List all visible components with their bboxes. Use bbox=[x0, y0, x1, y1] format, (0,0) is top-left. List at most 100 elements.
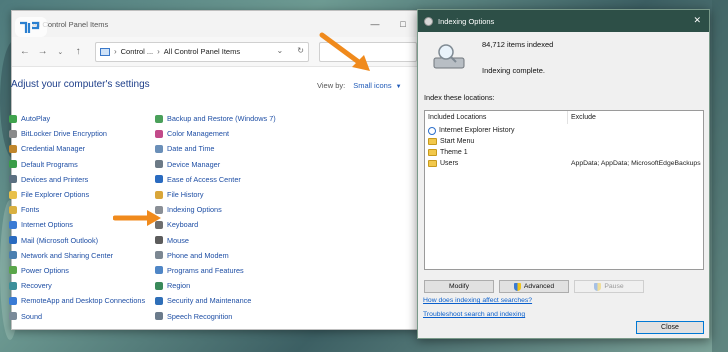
control-panel-item-label: File Explorer Options bbox=[21, 190, 90, 200]
control-panel-item-label: RemoteApp and Desktop Connections bbox=[21, 296, 146, 306]
control-panel-item[interactable]: Power Options bbox=[9, 263, 145, 278]
table-row[interactable]: Internet Explorer History bbox=[425, 125, 703, 136]
bitlocker-icon bbox=[9, 129, 17, 138]
control-panel-item[interactable]: RemoteApp and Desktop Connections bbox=[9, 293, 145, 308]
control-panel-item-label: Color Management bbox=[167, 129, 230, 139]
advanced-button-label: Advanced bbox=[523, 283, 555, 290]
network-icon bbox=[9, 251, 17, 260]
control-panel-item[interactable]: Date and Time bbox=[155, 141, 276, 156]
control-panel-item-label: Fonts bbox=[21, 205, 40, 215]
control-panel-item-label: Security and Maintenance bbox=[167, 296, 252, 306]
view-by-dropdown[interactable]: Small icons ▼ bbox=[353, 81, 401, 90]
location-name: Users bbox=[440, 160, 459, 167]
control-panel-item[interactable]: Ease of Access Center bbox=[155, 172, 276, 187]
recent-locations-button[interactable]: ⌄ bbox=[53, 45, 67, 59]
up-button[interactable]: ↑ bbox=[71, 45, 85, 59]
folder-icon bbox=[428, 138, 437, 145]
dialog-titlebar: Indexing Options ✕ bbox=[418, 10, 709, 32]
control-panel-item-label: Sound bbox=[21, 311, 43, 321]
maximize-button[interactable]: □ bbox=[389, 11, 417, 37]
control-panel-item-label: Backup and Restore (Windows 7) bbox=[167, 114, 276, 124]
backup-icon bbox=[155, 114, 163, 123]
internet-icon bbox=[9, 220, 17, 229]
autoplay-icon bbox=[9, 114, 17, 123]
location-cell: Users bbox=[425, 160, 568, 167]
control-panel-item[interactable]: Devices and Printers bbox=[9, 172, 145, 187]
control-panel-item[interactable]: AutoPlay bbox=[9, 111, 145, 126]
table-row[interactable]: Start Menu bbox=[425, 136, 703, 147]
control-panel-item[interactable]: Default Programs bbox=[9, 157, 145, 172]
control-panel-item[interactable]: Speech Recognition bbox=[155, 308, 276, 323]
items-indexed-count: 84,712 items indexed bbox=[482, 40, 554, 49]
page-title: Adjust your computer's settings bbox=[11, 79, 150, 90]
control-panel-item[interactable]: File History bbox=[155, 187, 276, 202]
arrow-annotation-icon bbox=[319, 32, 370, 71]
modify-button-label: Modify bbox=[448, 283, 470, 290]
control-panel-item[interactable]: File Explorer Options bbox=[9, 187, 145, 202]
breadcrumb-all-items[interactable]: All Control Panel Items bbox=[164, 47, 240, 56]
control-panel-item-label: Power Options bbox=[21, 265, 69, 275]
control-panel-icon bbox=[99, 47, 110, 56]
control-panel-item[interactable]: Credential Manager bbox=[9, 141, 145, 156]
control-panel-item-label: Phone and Modem bbox=[167, 250, 229, 260]
indexing-icon bbox=[424, 16, 433, 26]
close-icon[interactable]: ✕ bbox=[693, 15, 701, 26]
control-panel-item[interactable]: Mail (Microsoft Outlook) bbox=[9, 233, 145, 248]
control-panel-item[interactable]: Phone and Modem bbox=[155, 248, 276, 263]
control-panel-item-label: Region bbox=[167, 281, 191, 291]
dialog-title: Indexing Options bbox=[438, 16, 495, 26]
credential-icon bbox=[9, 144, 17, 153]
table-row[interactable]: Theme 1 bbox=[425, 147, 703, 158]
control-panel-item[interactable]: Indexing Options bbox=[155, 202, 276, 217]
flag-icon bbox=[155, 296, 163, 305]
indexing-help-link[interactable]: How does indexing affect searches? bbox=[423, 297, 532, 304]
location-cell: Internet Explorer History bbox=[425, 126, 568, 135]
control-panel-item[interactable]: Security and Maintenance bbox=[155, 293, 276, 308]
location-name: Start Menu bbox=[440, 138, 475, 145]
control-panel-item[interactable]: Sound bbox=[9, 308, 145, 323]
control-panel-item[interactable]: Backup and Restore (Windows 7) bbox=[155, 111, 276, 126]
ease-of-access-icon bbox=[155, 175, 163, 184]
control-panel-item-label: Date and Time bbox=[167, 144, 215, 154]
advanced-button[interactable]: Advanced bbox=[499, 280, 569, 293]
table-row[interactable]: Users AppData; AppData; MicrosoftEdgeBack… bbox=[425, 158, 703, 169]
remoteapp-icon bbox=[9, 296, 17, 305]
close-button[interactable]: Close bbox=[636, 321, 704, 334]
chevron-down-icon[interactable]: ⌄ bbox=[276, 46, 283, 55]
breadcrumb-control-panel[interactable]: Control ... bbox=[121, 47, 154, 56]
forward-button[interactable]: → bbox=[36, 45, 50, 59]
speech-icon bbox=[155, 312, 163, 321]
troubleshoot-link[interactable]: Troubleshoot search and indexing bbox=[423, 311, 525, 318]
file-history-icon bbox=[155, 190, 163, 199]
chevron-right-icon: › bbox=[157, 47, 160, 56]
site-logo-icon bbox=[15, 17, 47, 37]
control-panel-item[interactable]: Region bbox=[155, 278, 276, 293]
refresh-icon[interactable]: ↻ bbox=[297, 46, 304, 55]
control-panel-item-label: Network and Sharing Center bbox=[21, 250, 114, 260]
back-button[interactable]: ← bbox=[18, 45, 32, 59]
control-panel-item-label: Speech Recognition bbox=[167, 311, 233, 321]
folder-icon bbox=[428, 149, 437, 156]
control-panel-item-label: Ease of Access Center bbox=[167, 174, 241, 184]
indexing-status-text: Indexing complete. bbox=[482, 66, 545, 75]
arrow-annotation-icon bbox=[113, 210, 161, 226]
power-icon bbox=[9, 266, 17, 275]
control-panel-item[interactable]: Programs and Features bbox=[155, 263, 276, 278]
indexing-status: 84,712 items indexed Indexing complete. bbox=[428, 36, 698, 86]
control-panel-item[interactable]: BitLocker Drive Encryption bbox=[9, 126, 145, 141]
column-header-exclude[interactable]: Exclude bbox=[568, 114, 596, 121]
column-header-included[interactable]: Included Locations bbox=[425, 111, 568, 124]
control-panel-item[interactable]: Color Management bbox=[155, 126, 276, 141]
modify-button[interactable]: Modify bbox=[424, 280, 494, 293]
address-bar[interactable]: › Control ... › All Control Panel Items … bbox=[94, 41, 309, 62]
control-panel-item[interactable]: Mouse bbox=[155, 233, 276, 248]
control-panel-item[interactable]: Keyboard bbox=[155, 217, 276, 232]
control-panel-item[interactable]: Device Manager bbox=[155, 157, 276, 172]
close-button-label: Close bbox=[661, 324, 679, 331]
control-panel-item[interactable]: Recovery bbox=[9, 278, 145, 293]
pause-button[interactable]: Pause bbox=[574, 280, 644, 293]
locations-table[interactable]: Included Locations Exclude Internet Expl… bbox=[424, 110, 704, 270]
index-locations-label: Index these locations: bbox=[424, 93, 495, 102]
wallpaper-edge bbox=[712, 0, 728, 352]
control-panel-item[interactable]: Network and Sharing Center bbox=[9, 248, 145, 263]
